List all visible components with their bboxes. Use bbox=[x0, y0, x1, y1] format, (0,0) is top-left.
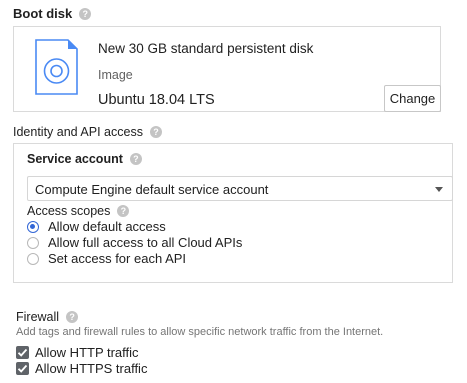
radio-unselected[interactable] bbox=[27, 236, 39, 249]
help-icon[interactable]: ? bbox=[129, 153, 142, 165]
help-icon[interactable]: ? bbox=[149, 126, 162, 138]
https-checkbox[interactable] bbox=[16, 362, 29, 375]
https-label: Allow HTTPS traffic bbox=[35, 361, 148, 376]
scope-label: Allow full access to all Cloud APIs bbox=[48, 235, 243, 250]
checkmark-icon bbox=[17, 348, 28, 357]
help-icon[interactable]: ? bbox=[79, 7, 92, 20]
service-account-label: Service account bbox=[27, 152, 123, 166]
image-value: Ubuntu 18.04 LTS bbox=[98, 92, 215, 108]
disk-title: New 30 GB standard persistent disk bbox=[98, 41, 314, 56]
radio-selected[interactable] bbox=[27, 220, 39, 233]
checkmark-icon bbox=[17, 364, 28, 373]
boot-disk-card: New 30 GB standard persistent disk Image… bbox=[13, 26, 441, 112]
identity-heading: Identity and API access ? bbox=[13, 125, 162, 139]
http-checkbox[interactable] bbox=[16, 346, 29, 359]
http-label: Allow HTTP traffic bbox=[35, 345, 139, 360]
service-account-select[interactable]: Compute Engine default service account bbox=[27, 176, 453, 201]
allow-https-option[interactable]: Allow HTTPS traffic bbox=[16, 361, 147, 376]
access-scopes-label: Access scopes bbox=[27, 204, 111, 218]
scope-label: Set access for each API bbox=[48, 251, 187, 266]
scope-option-full[interactable]: Allow full access to all Cloud APIs bbox=[27, 235, 242, 250]
identity-card: Service account ? Compute Engine default… bbox=[13, 143, 453, 283]
service-account-value: Compute Engine default service account bbox=[35, 182, 269, 197]
allow-http-option[interactable]: Allow HTTP traffic bbox=[16, 345, 139, 360]
help-icon[interactable]: ? bbox=[117, 205, 130, 217]
radio-unselected[interactable] bbox=[27, 252, 39, 265]
boot-disk-title: Boot disk bbox=[13, 6, 73, 21]
firewall-description: Add tags and firewall rules to allow spe… bbox=[16, 326, 384, 338]
firewall-heading: Firewall ? bbox=[16, 310, 79, 324]
disk-image-icon bbox=[35, 39, 78, 95]
identity-title: Identity and API access bbox=[13, 125, 143, 139]
scope-option-each-api[interactable]: Set access for each API bbox=[27, 251, 186, 266]
scope-label: Allow default access bbox=[48, 219, 166, 234]
scope-option-default[interactable]: Allow default access bbox=[27, 219, 166, 234]
dropdown-caret-icon bbox=[435, 187, 443, 192]
access-scopes-heading: Access scopes ? bbox=[27, 204, 130, 218]
boot-disk-heading: Boot disk ? bbox=[13, 6, 92, 21]
change-button[interactable]: Change bbox=[384, 85, 441, 112]
image-label: Image bbox=[98, 68, 133, 82]
service-account-heading: Service account ? bbox=[27, 152, 142, 166]
firewall-title: Firewall bbox=[16, 310, 60, 324]
help-icon[interactable]: ? bbox=[66, 311, 79, 323]
